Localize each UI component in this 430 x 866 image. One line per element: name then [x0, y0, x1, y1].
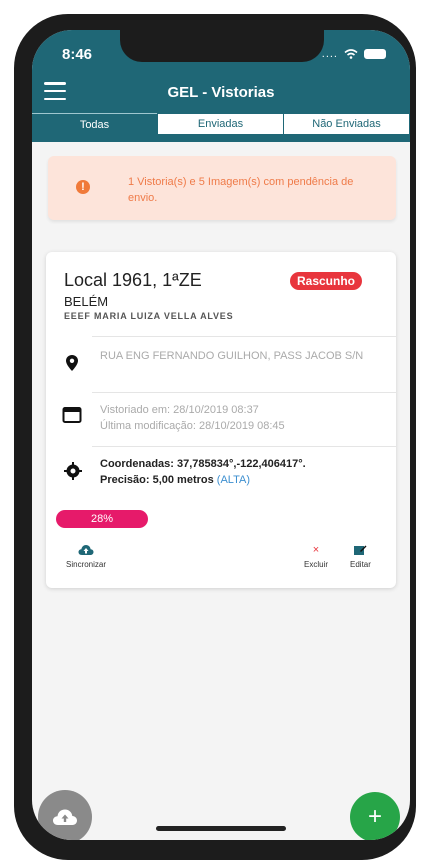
modified-date: Última modificação: 28/10/2019 08:45 [100, 420, 285, 432]
divider [92, 446, 396, 447]
tab-bar: Todas Enviadas Não Enviadas [32, 113, 410, 137]
inspection-card[interactable]: Local 1961, 1ªZE Rascunho BELÉM EEEF MAR… [46, 252, 396, 588]
status-icons: .... [322, 48, 386, 60]
precision-level: (ALTA) [216, 474, 251, 486]
precision-row: Precisão: 5,00 metros (ALTA) [100, 472, 250, 488]
location-pin-icon [66, 355, 78, 371]
delete-label: Excluir [304, 560, 329, 569]
edit-label: Editar [350, 560, 371, 569]
tab-nao-enviadas[interactable]: Não Enviadas [284, 113, 410, 135]
status-badge: Rascunho [290, 272, 362, 290]
add-icon[interactable]: + [350, 792, 400, 840]
address-text: RUA ENG FERNANDO GUILHON, PASS JACOB S/N [100, 350, 364, 362]
edit-button[interactable]: Editar [350, 544, 371, 569]
cloud-upload-icon [78, 545, 94, 555]
home-indicator [156, 826, 286, 831]
alert-icon: ! [76, 180, 90, 194]
battery-icon [364, 49, 386, 59]
device-notch [120, 30, 324, 62]
divider [92, 392, 396, 393]
cloud-upload-icon [53, 809, 77, 825]
sync-button[interactable]: Sincronizar [66, 544, 106, 569]
edit-icon [354, 545, 367, 555]
delete-button[interactable]: × Excluir [304, 544, 328, 569]
signal-dots: .... [321, 48, 338, 60]
delete-icon: × [312, 544, 320, 556]
alert-text: 1 Vistoria(s) e 5 Imagem(s) com pendênci… [128, 176, 354, 204]
divider [92, 336, 396, 337]
page-title: GEL - Vistorias [167, 84, 275, 101]
tab-enviadas[interactable]: Enviadas [157, 113, 284, 135]
app-screen: 8:46 .... GEL - Vistorias Todas Enviadas… [32, 30, 410, 840]
card-title: Local 1961, 1ªZE [64, 270, 202, 290]
tab-todas[interactable]: Todas [32, 113, 157, 135]
school-name: EEEF MARIA LUIZA VELLA ALVES [64, 311, 234, 321]
status-time: 8:46 [62, 46, 93, 63]
calendar-icon [62, 407, 82, 423]
precision-text: Precisão: 5,00 metros [100, 474, 214, 486]
progress-badge: 28% [56, 510, 148, 528]
app-bar: 8:46 .... GEL - Vistorias Todas Enviadas… [32, 30, 410, 142]
upload-fab[interactable] [38, 790, 92, 840]
inspected-date: Vistoriado em: 28/10/2019 08:37 [100, 404, 259, 416]
city-label: BELÉM [64, 294, 109, 309]
coordinates-text: Coordenadas: 37,785834°,-122,406417°. [100, 458, 306, 470]
sync-label: Sincronizar [66, 560, 107, 569]
gps-target-icon [64, 462, 82, 480]
pending-alert: ! 1 Vistoria(s) e 5 Imagem(s) com pendên… [48, 156, 396, 220]
wifi-icon [344, 49, 358, 59]
